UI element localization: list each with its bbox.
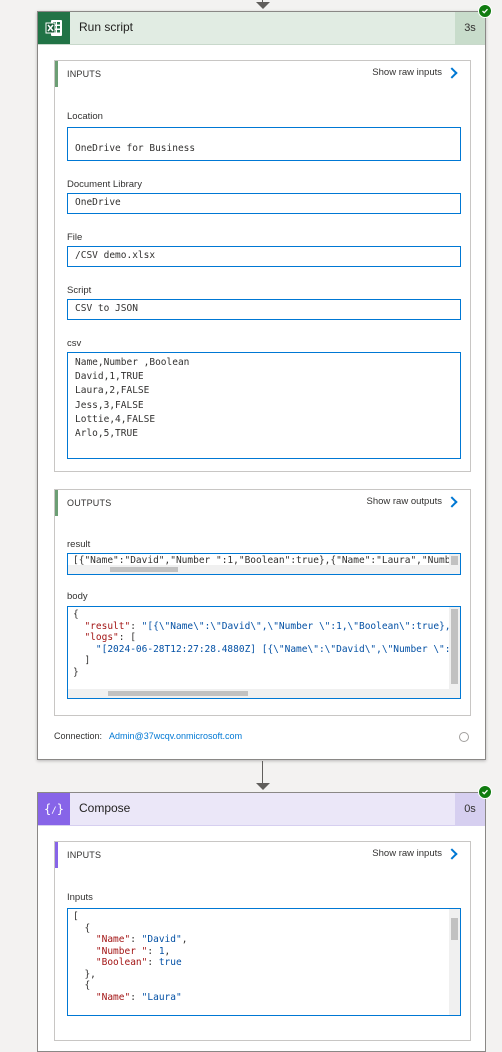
body-vertical-scrollbar[interactable] [449, 607, 460, 698]
json-token: { [73, 922, 91, 934]
chevron-right-icon [446, 66, 458, 79]
compose-show-raw-inputs-label: Show raw inputs [372, 848, 442, 859]
result-field[interactable]: [{"Name":"David","Number ":1,"Boolean":t… [67, 553, 461, 575]
json-line: [ [73, 911, 460, 923]
inputs-section-header: INPUTS Show raw inputs [55, 61, 470, 87]
checkmark-icon [478, 785, 492, 799]
compose-title: Compose [79, 801, 131, 815]
compose-inputs-header: INPUTS Show raw inputs [55, 842, 470, 868]
json-line: ] [73, 655, 460, 667]
json-token: "[2024-06-28T12:27:28.4880Z] [{\"Name\":… [73, 643, 457, 655]
json-token: : [130, 991, 142, 1003]
json-token: ] [73, 655, 91, 666]
csv-field[interactable]: Name,Number ,Boolean David,1,TRUE Laura,… [67, 352, 461, 459]
body-horizontal-scrollbar[interactable] [68, 689, 449, 698]
json-token: "result" [73, 620, 131, 632]
json-token: , [164, 945, 171, 957]
show-raw-inputs-label: Show raw inputs [372, 67, 442, 78]
json-line: "logs": [ [73, 632, 460, 644]
json-line: "Name": "Laura" [73, 992, 460, 1004]
document-library-label: Document Library [67, 179, 142, 190]
run-script-card: Run script 3s INPUTS Show raw inputs Loc… [37, 11, 486, 760]
json-token: { [73, 609, 79, 620]
compose-header[interactable]: {/} Compose 0s [38, 793, 485, 826]
result-vertical-scrollbar[interactable] [449, 554, 460, 574]
excel-icon [38, 12, 70, 44]
outputs-section-title: OUTPUTS [67, 498, 112, 508]
json-line: { [73, 923, 460, 935]
compose-show-raw-inputs-link[interactable]: Show raw inputs [372, 847, 458, 860]
json-token: "[{\"Name\":\"David\",\"Number \":1,\"Bo… [141, 620, 457, 632]
compose-inputs-field[interactable]: [ { "Name": "David", "Number ": 1, "Bool… [67, 908, 461, 1016]
compose-icon: {/} [38, 793, 70, 825]
chevron-right-icon [446, 847, 458, 860]
run-script-header[interactable]: Run script 3s [38, 12, 485, 45]
json-line: }, [73, 969, 460, 981]
script-label: Script [67, 285, 92, 296]
outputs-section-header: OUTPUTS Show raw outputs [55, 490, 470, 516]
file-field[interactable]: /CSV demo.xlsx [67, 246, 461, 267]
script-field[interactable]: CSV to JSON [67, 299, 461, 320]
connector-line-middle [262, 761, 263, 785]
json-line: "Boolean": true [73, 957, 460, 969]
connection-status-icon [459, 732, 469, 742]
run-script-title: Run script [79, 20, 134, 34]
json-token: : [130, 934, 142, 945]
json-token: { [73, 980, 91, 991]
json-line: { [73, 980, 460, 992]
json-token: }, [73, 968, 96, 980]
json-token: : [130, 620, 142, 632]
connector-arrow-middle [256, 783, 270, 790]
json-line: "Name": "David", [73, 934, 460, 946]
result-horizontal-scrollbar[interactable] [68, 565, 449, 574]
json-token: "Laura" [141, 991, 182, 1003]
location-label: Location [67, 111, 103, 122]
compose-vertical-scrollbar[interactable] [449, 909, 460, 1015]
json-line: "result": "[{\"Name\":\"David\",\"Number… [73, 621, 460, 633]
show-raw-outputs-label: Show raw outputs [366, 496, 442, 507]
json-token: } [73, 666, 79, 678]
connection-value[interactable]: Admin@37wcqv.onmicrosoft.com [109, 731, 242, 741]
json-token: "Name" [73, 991, 131, 1003]
json-token: "Name" [73, 934, 131, 945]
json-token: : [147, 945, 159, 957]
json-token: [ [73, 911, 79, 922]
compose-json: [ { "Name": "David", "Number ": 1, "Bool… [68, 909, 460, 1003]
json-line: "Number ": 1, [73, 946, 460, 958]
inputs-section-title: INPUTS [67, 69, 102, 79]
json-line: { [73, 609, 460, 621]
file-label: File [67, 232, 83, 243]
json-token: "David" [141, 934, 182, 945]
body-json: { "result": "[{\"Name\":\"David\",\"Numb… [68, 607, 460, 678]
json-token: "Boolean" [73, 957, 148, 968]
json-line: } [73, 667, 460, 679]
checkmark-icon [478, 4, 492, 18]
document-library-field[interactable]: OneDrive [67, 193, 461, 214]
body-label: body [67, 591, 88, 602]
compose-inputs-label: Inputs [67, 892, 93, 903]
run-script-outputs-section: OUTPUTS Show raw outputs result [{"Name"… [54, 489, 471, 716]
location-field[interactable]: OneDrive for Business [67, 127, 461, 161]
csv-label: csv [67, 338, 82, 349]
body-field[interactable]: { "result": "[{\"Name\":\"David\",\"Numb… [67, 606, 461, 699]
connection-info: Connection: Admin@37wcqv.onmicrosoft.com [54, 731, 242, 741]
compose-inputs-title: INPUTS [67, 850, 102, 860]
run-script-inputs-section: INPUTS Show raw inputs Location OneDrive… [54, 60, 471, 472]
connector-arrow-top [256, 2, 270, 9]
chevron-right-icon [446, 495, 458, 508]
json-token: "logs" [73, 632, 119, 643]
result-label: result [67, 539, 91, 550]
json-token: true [158, 957, 182, 968]
json-token: "Number " [73, 945, 148, 957]
json-token: , [181, 934, 188, 945]
show-raw-outputs-link[interactable]: Show raw outputs [366, 495, 458, 508]
json-token: : [ [118, 632, 136, 643]
json-token: : [147, 957, 159, 968]
show-raw-inputs-link[interactable]: Show raw inputs [372, 66, 458, 79]
compose-card: {/} Compose 0s INPUTS Show raw inputs In… [37, 792, 486, 1052]
compose-inputs-section: INPUTS Show raw inputs Inputs [ { "Name"… [54, 841, 471, 1041]
connection-label: Connection: [54, 731, 103, 741]
json-line: "[2024-06-28T12:27:28.4880Z] [{\"Name\":… [73, 644, 460, 656]
